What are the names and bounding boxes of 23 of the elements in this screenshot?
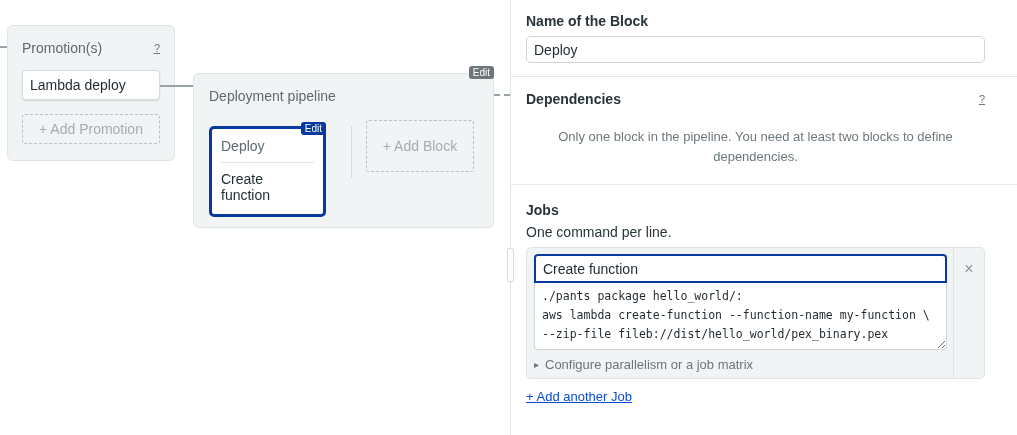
section-title: Jobs: [526, 202, 560, 218]
field-label: Name of the Block: [526, 13, 650, 29]
promotion-item[interactable]: Lambda deploy: [22, 70, 160, 100]
block-name-field[interactable]: Deploy: [526, 36, 985, 63]
commands-field[interactable]: ./pants package hello_world/: aws lambda create-function --function-name my-function \ --zip-file fileb://dist/hello_world/pex_binary.pex: [534, 283, 947, 350]
edit-badge[interactable]: Edit: [468, 66, 494, 79]
block-name: Deploy: [221, 138, 314, 163]
connector-line: [160, 85, 193, 87]
add-job-link[interactable]: + Add another Job: [526, 389, 632, 404]
dependencies-note: Only one block in the pipeline. You need at least two blocks to define dependencies.: [557, 128, 954, 166]
expand-toggle-icon[interactable]: ▸: [534, 359, 539, 370]
promotions-title: Promotion(s): [22, 40, 103, 56]
jobs-hint: One command per line.: [526, 224, 673, 240]
help-link[interactable]: ?: [153, 42, 160, 54]
section-title: Dependencies: [526, 91, 621, 107]
matrix-link[interactable]: Configure parallelism or a job matrix: [545, 357, 754, 372]
job-name: Create function: [221, 170, 272, 203]
pipeline-title: Deployment pipeline: [209, 88, 337, 104]
resize-handle[interactable]: [507, 248, 514, 282]
close-button[interactable]: ×: [960, 256, 978, 282]
help-link[interactable]: ?: [978, 93, 985, 105]
edit-badge[interactable]: Edit: [300, 122, 326, 135]
job-name-field[interactable]: Create function: [534, 254, 947, 283]
